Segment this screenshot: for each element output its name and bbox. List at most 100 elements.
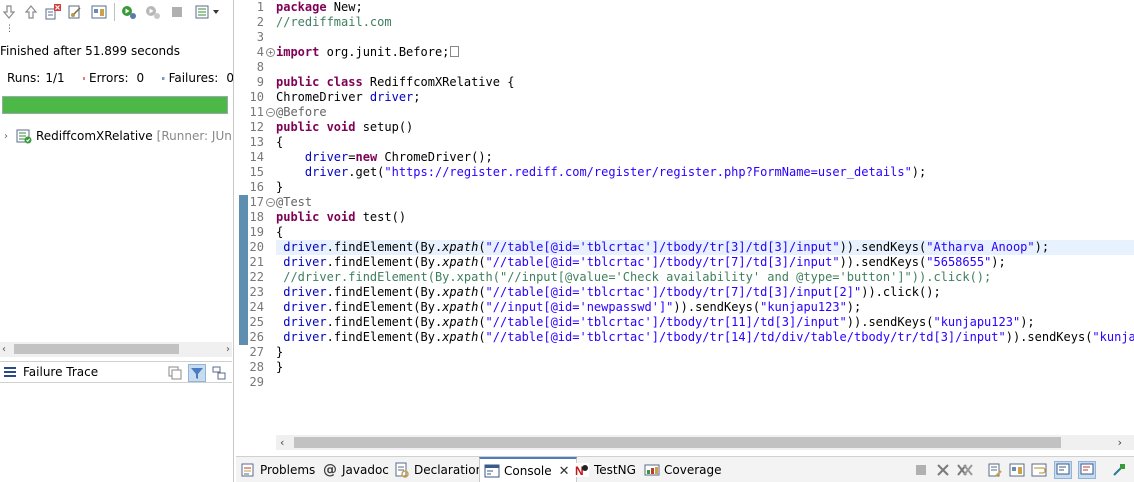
tab-console[interactable]: Console ✕ (479, 457, 577, 482)
scroll-lock-icon[interactable] (1008, 461, 1026, 479)
scroll-lock-icon[interactable] (90, 3, 108, 21)
collapse-fold-icon[interactable]: − (266, 198, 275, 207)
line-number: 28 (236, 360, 276, 375)
code-token: org.junit.Before; (326, 45, 450, 59)
code-line[interactable]: ChromeDriver driver; (276, 90, 1134, 105)
scroll-left-icon[interactable]: ‹ (2, 342, 6, 357)
code-line[interactable] (276, 30, 1134, 45)
code-line[interactable]: { (276, 225, 1134, 240)
code-token: import (276, 45, 327, 59)
compare-result-icon[interactable] (166, 364, 184, 382)
stop-icon[interactable] (168, 3, 186, 21)
show-console-on-output-icon[interactable] (1054, 461, 1072, 479)
collapse-fold-icon[interactable]: − (266, 108, 275, 117)
code-line[interactable]: public void test() (276, 210, 1134, 225)
code-line[interactable]: driver.findElement(By.xpath("//table[@id… (276, 255, 1134, 270)
code-area[interactable]: package New;//rediffmail.com import org.j… (276, 0, 1134, 435)
test-run-history-icon[interactable] (192, 3, 222, 21)
tab-declaration[interactable]: Declaration (394, 457, 483, 482)
copy-trace-icon[interactable] (210, 364, 228, 382)
editor-horizontal-scrollbar[interactable]: ‹ › (276, 435, 1134, 450)
code-editor[interactable]: 1 2 3 4 +8 9 10 11−12 13 14 15 16 17−18 19 20 21 22 23 24 2… (236, 0, 1134, 450)
chevron-down-icon (212, 10, 219, 14)
expand-fold-icon[interactable]: + (266, 48, 275, 57)
code-line[interactable]: } (276, 360, 1134, 375)
code-line[interactable] (276, 375, 1134, 390)
code-line[interactable]: driver.get("https://register.rediff.com/… (276, 165, 1134, 180)
code-line[interactable]: //driver.findElement(By.xpath("//input[@… (276, 270, 1134, 285)
scrollbar-thumb[interactable] (14, 344, 179, 354)
code-line[interactable] (276, 60, 1134, 75)
code-token: ); (1020, 315, 1035, 329)
clear-console-icon[interactable] (986, 461, 1004, 479)
test-suite-icon (16, 129, 32, 144)
tab-javadoc[interactable]: @ Javadoc (322, 457, 389, 482)
code-line[interactable]: } (276, 180, 1134, 195)
code-token: xpath (442, 285, 479, 299)
code-token: driver (304, 150, 349, 164)
code-token: )).sendKeys( (673, 300, 761, 314)
code-line[interactable]: public void setup() (276, 120, 1134, 135)
remove-all-terminated-icon[interactable] (956, 461, 974, 479)
code-token: "kunjapu (1092, 330, 1134, 344)
code-line[interactable]: driver.findElement(By.xpath("//input[@id… (276, 300, 1134, 315)
code-line[interactable]: public class RediffcomXRelative { (276, 75, 1134, 90)
line-number-text: 20 (249, 240, 264, 254)
code-line[interactable]: } (276, 345, 1134, 360)
close-icon[interactable]: ✕ (559, 464, 570, 479)
scroll-left-icon[interactable]: ‹ (280, 435, 284, 450)
code-line[interactable]: driver.findElement(By.xpath("//table[@id… (276, 315, 1134, 330)
testng-icon: N (574, 462, 590, 478)
show-skipped-icon[interactable] (66, 3, 84, 21)
toolbar-separator (114, 3, 115, 21)
pin-console-icon[interactable] (1110, 461, 1128, 479)
code-token: "//input[@id='newpasswd']" (485, 300, 674, 314)
code-token: driver (304, 165, 349, 179)
code-line[interactable]: driver.findElement(By.xpath("//table[@id… (276, 285, 1134, 300)
code-token: xpath (442, 240, 479, 254)
tab-coverage[interactable]: Coverage (644, 457, 722, 482)
line-number-text: 14 (249, 150, 264, 164)
code-line[interactable]: import org.junit.Before; (276, 45, 1134, 60)
code-line[interactable]: package New; (276, 0, 1134, 15)
scrollbar-thumb[interactable] (294, 437, 1061, 448)
tab-testng[interactable]: N TestNG (574, 457, 636, 482)
code-line[interactable]: driver.findElement(By.xpath("//table[@id… (276, 240, 1134, 255)
chevron-right-icon[interactable]: › (4, 131, 14, 142)
code-line[interactable]: driver.findElement(By.xpath("//table[@id… (276, 330, 1134, 345)
coverage-marker (239, 225, 248, 240)
remove-launch-icon[interactable] (934, 461, 952, 479)
tree-horizontal-scrollbar[interactable]: ‹ › (0, 342, 232, 357)
show-failures-only-icon[interactable] (44, 3, 62, 21)
rerun-failures-first-icon[interactable] (144, 3, 162, 21)
code-line[interactable]: @Test (276, 195, 1134, 210)
code-line[interactable]: //rediffmail.com (276, 15, 1134, 30)
terminate-icon[interactable] (912, 461, 930, 479)
filter-stack-trace-icon[interactable] (188, 364, 206, 382)
line-number: 23 (236, 285, 276, 300)
failure-trace-title: Failure Trace (23, 365, 99, 379)
code-token: "//table[@id='tblcrtac']/tbody/tr[14]/td… (485, 330, 1006, 344)
scroll-right-icon[interactable]: › (226, 342, 230, 357)
word-wrap-icon[interactable] (1030, 461, 1048, 479)
code-token: ( (478, 315, 486, 329)
collapsed-imports-icon[interactable] (450, 46, 460, 57)
code-token: @Test (276, 195, 313, 209)
show-console-on-error-icon[interactable] (1078, 461, 1096, 479)
more-options-icon[interactable]: ⋮ (5, 25, 14, 34)
rerun-test-icon[interactable] (120, 3, 138, 21)
coverage-marker (239, 270, 248, 285)
code-line[interactable]: { (276, 135, 1134, 150)
code-line[interactable]: @Before (276, 105, 1134, 120)
code-token: driver (283, 240, 327, 254)
tree-item-rediffcomxrelative[interactable]: › RediffcomXRelative [Runner: JUnit 5] (4, 126, 233, 146)
code-token: .get( (348, 165, 385, 179)
next-failure-icon[interactable] (0, 3, 18, 21)
previous-failure-icon[interactable] (22, 3, 40, 21)
code-line[interactable]: driver=new ChromeDriver(); (276, 150, 1134, 165)
code-token: ( (478, 330, 486, 344)
line-number: 4 + (236, 45, 276, 60)
tab-problems[interactable]: Problems (240, 457, 315, 482)
scroll-right-icon[interactable]: › (1118, 435, 1122, 450)
